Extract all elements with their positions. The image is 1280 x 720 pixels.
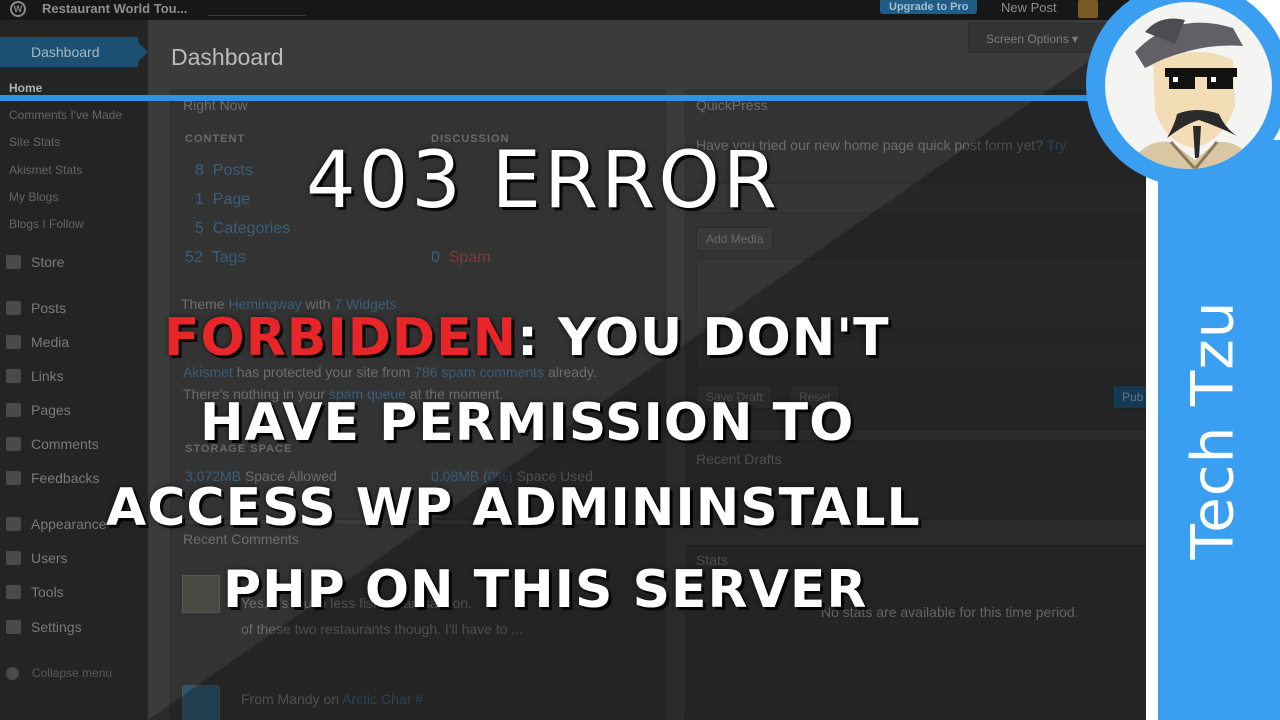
screen-options-label: Screen Options	[986, 32, 1069, 46]
sidebar-sub-akismet-stats[interactable]: Akismet Stats	[9, 163, 82, 177]
wordpress-logo-icon[interactable]: W	[10, 1, 26, 17]
settings-icon	[6, 620, 21, 634]
add-media-button[interactable]: Add Media	[696, 227, 774, 251]
headline-line-1-rest: : YOU DON'T	[517, 308, 890, 368]
count-number: 52	[185, 249, 203, 266]
admin-sidebar: Dashboard Home Comments I've Made Site S…	[0, 20, 148, 720]
sidebar-item-feedbacks[interactable]: Feedbacks	[31, 470, 99, 486]
comment-excerpt-cont: of these two restaurants though. I'll ha…	[241, 621, 524, 637]
admin-bar-site-name[interactable]: Restaurant World Tou...	[42, 1, 187, 16]
collapse-menu-button[interactable]: Collapse menu	[32, 666, 112, 680]
count-number: 1	[195, 191, 204, 208]
brand-name: Tech Tzu	[1147, 250, 1277, 610]
sidebar-sub-site-stats[interactable]: Site Stats	[9, 135, 60, 149]
count-row[interactable]: 8 Posts	[195, 162, 253, 180]
sidebar-item-store[interactable]: Store	[31, 254, 64, 270]
headline-line-2: HAVE PERMISSION TO	[200, 393, 855, 453]
link-icon	[6, 369, 21, 383]
sidebar-item-pages[interactable]: Pages	[31, 402, 71, 418]
error-title: 403 ERROR	[306, 136, 780, 226]
sidebar-item-tools[interactable]: Tools	[31, 584, 64, 600]
add-media-label: Add Media	[706, 232, 764, 246]
notifications-icon[interactable]	[1078, 0, 1098, 18]
headline-line-1: FORBIDDEN: YOU DON'T	[164, 308, 890, 368]
sidebar-item-posts[interactable]: Posts	[31, 300, 66, 316]
sidebar-sub-blogs-i-follow[interactable]: Blogs I Follow	[9, 217, 84, 231]
count-row[interactable]: 5 Categories	[195, 220, 290, 238]
pin-icon	[6, 301, 21, 315]
sidebar-item-dashboard[interactable]: Dashboard	[0, 37, 148, 67]
count-label: Posts	[212, 162, 253, 179]
tools-icon	[6, 585, 21, 599]
count-number: 0	[431, 249, 440, 266]
sidebar-item-appearance[interactable]: Appearance	[31, 516, 107, 532]
upgrade-to-pro-button[interactable]: Upgrade to Pro	[880, 0, 978, 14]
comments-icon	[6, 437, 21, 451]
avatar	[182, 575, 220, 613]
recent-drafts-title: Recent Drafts	[696, 451, 782, 467]
sidebar-sub-my-blogs[interactable]: My Blogs	[9, 190, 58, 204]
headline-line-3: ACCESS WP ADMININSTALL	[106, 478, 921, 538]
new-post-link[interactable]: New Post	[1001, 0, 1057, 15]
sidebar-item-links[interactable]: Links	[31, 368, 64, 384]
headline-line-4: PHP ON THIS SERVER	[223, 560, 868, 620]
avatar	[182, 685, 220, 720]
brand-name-text: Tech Tzu	[1178, 300, 1247, 560]
admin-bar: W Restaurant World Tou... Upgrade to Pro…	[0, 0, 1280, 20]
comment-from-text: From Mandy on	[241, 691, 340, 707]
blue-divider-line	[0, 95, 1100, 101]
sidebar-item-settings[interactable]: Settings	[31, 619, 82, 635]
collapse-icon	[6, 667, 19, 680]
sage-portrait-with-pixel-sunglasses-icon	[1105, 2, 1272, 169]
recent-comments-panel: Recent Comments Yes, it's much less fish…	[170, 524, 666, 720]
admin-bar-search[interactable]	[208, 4, 306, 16]
count-row[interactable]: 1 Page	[195, 191, 250, 209]
quickpress-try-link[interactable]: Try	[1047, 137, 1067, 153]
count-label: Categories	[212, 220, 291, 237]
content-header: CONTENT	[185, 133, 246, 145]
feedback-icon	[6, 471, 21, 485]
cart-icon	[6, 255, 21, 269]
comment-from: From Mandy on Arctic Char #	[241, 691, 423, 707]
count-label: Spam	[448, 249, 491, 266]
sidebar-sub-home[interactable]: Home	[9, 81, 42, 95]
pages-icon	[6, 403, 21, 417]
users-icon	[6, 551, 21, 565]
sidebar-item-comments[interactable]: Comments	[31, 436, 99, 452]
page-title: Dashboard	[171, 44, 284, 70]
count-number: 5	[195, 220, 204, 237]
publish-label: Pub	[1122, 390, 1144, 404]
count-number: 8	[195, 162, 204, 179]
appearance-icon	[6, 517, 21, 531]
forbidden-word: FORBIDDEN	[164, 308, 518, 368]
sidebar-item-users[interactable]: Users	[31, 550, 68, 566]
count-label: Page	[212, 191, 251, 208]
spam-count-row[interactable]: 0 Spam	[431, 249, 491, 267]
comment-post-link[interactable]: Arctic Char #	[342, 691, 423, 707]
sidebar-item-media[interactable]: Media	[31, 334, 69, 350]
count-label: Tags	[211, 249, 246, 266]
media-icon	[6, 335, 21, 349]
sidebar-sub-comments-made[interactable]: Comments I've Made	[9, 108, 122, 122]
count-row[interactable]: 52 Tags	[185, 249, 245, 267]
